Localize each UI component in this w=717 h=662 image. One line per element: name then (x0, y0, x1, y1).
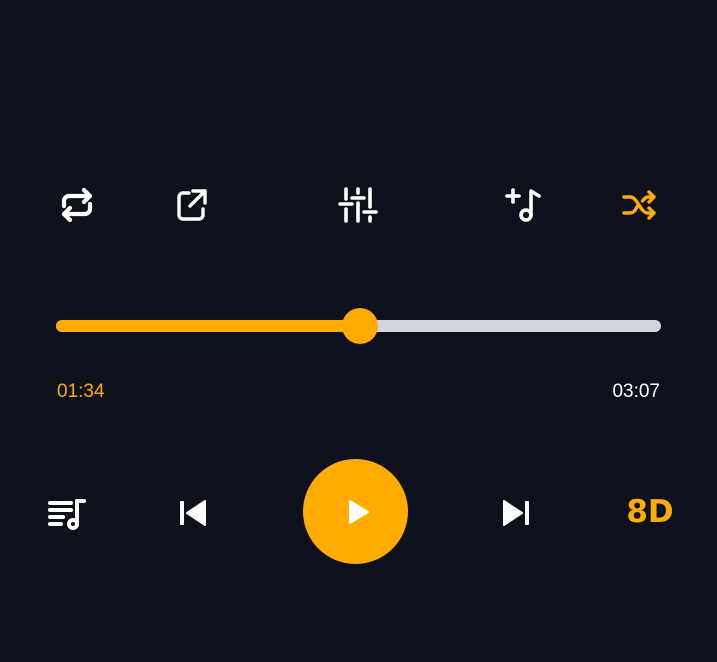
previous-button[interactable] (168, 488, 218, 538)
skip-next-icon (503, 500, 529, 526)
shuffle-icon (622, 190, 656, 220)
queue-button[interactable] (42, 488, 92, 538)
total-duration: 03:07 (612, 381, 660, 402)
share-button[interactable] (166, 180, 216, 230)
skip-previous-icon (180, 500, 206, 526)
progress-fill (56, 320, 361, 332)
add-to-playlist-button[interactable] (500, 180, 550, 230)
queue-music-icon (48, 499, 86, 530)
repeat-icon (61, 187, 93, 223)
shuffle-button[interactable] (615, 180, 665, 230)
music-note-plus-icon (505, 188, 541, 222)
share-icon (177, 189, 207, 221)
next-button[interactable] (491, 488, 541, 538)
elapsed-time: 01:34 (57, 381, 105, 402)
progress-thumb[interactable] (342, 308, 379, 344)
equalizer-icon (338, 187, 378, 223)
equalizer-button[interactable] (333, 180, 383, 230)
play-icon (348, 499, 369, 524)
repeat-button[interactable] (52, 180, 102, 230)
play-button[interactable] (303, 459, 408, 564)
8d-audio-button[interactable]: 8D (620, 492, 680, 532)
